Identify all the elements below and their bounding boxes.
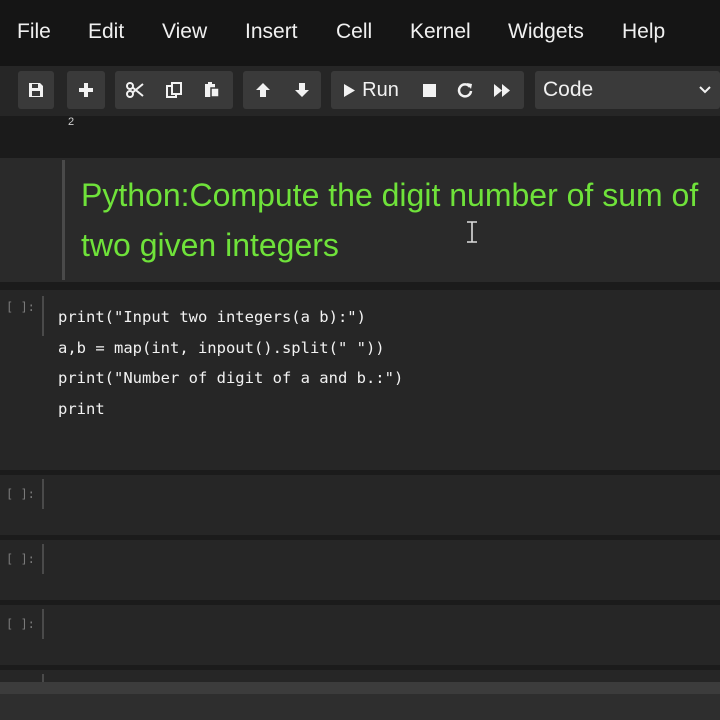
menu-kernel[interactable]: Kernel bbox=[410, 20, 471, 44]
move-down-button[interactable] bbox=[282, 71, 321, 109]
stop-icon bbox=[422, 83, 436, 97]
code-cell-4[interactable]: [ ]: bbox=[0, 605, 720, 665]
cut-button[interactable] bbox=[115, 71, 155, 109]
cell-bar bbox=[42, 544, 44, 574]
toolbar: Run Code bbox=[0, 66, 720, 116]
fast-forward-icon bbox=[494, 83, 510, 97]
bottom-panel bbox=[0, 694, 720, 720]
cut-icon bbox=[126, 82, 144, 98]
move-group bbox=[243, 71, 321, 109]
text-cursor-icon bbox=[467, 221, 477, 243]
run-group: Run bbox=[331, 71, 524, 109]
cell-prompt: [ ]: bbox=[6, 552, 35, 566]
cell-prompt: [ ]: bbox=[6, 617, 35, 631]
menu-view[interactable]: View bbox=[162, 20, 207, 44]
play-icon bbox=[344, 83, 356, 97]
arrow-down-icon bbox=[294, 83, 309, 97]
menu-help[interactable]: Help bbox=[622, 20, 665, 44]
code-line-4: print bbox=[58, 400, 105, 418]
menu-bar: File Edit View Insert Cell Kernel Widget… bbox=[0, 0, 720, 66]
notebook-area: Python:Compute the digit number of sum o… bbox=[0, 140, 720, 720]
save-icon bbox=[29, 83, 43, 97]
save-button[interactable] bbox=[18, 71, 54, 109]
cell-bar bbox=[42, 296, 44, 336]
add-group bbox=[67, 71, 105, 109]
cell-prompt: [ ]: bbox=[6, 300, 35, 314]
markdown-cell-bar bbox=[62, 160, 65, 280]
edit-group bbox=[115, 71, 233, 109]
paste-button[interactable] bbox=[193, 71, 231, 109]
run-button[interactable]: Run bbox=[331, 71, 411, 109]
save-group bbox=[18, 71, 54, 109]
cell-bar bbox=[42, 609, 44, 639]
code-cell-1[interactable]: [ ]: print("Input two integers(a b):") a… bbox=[0, 290, 720, 470]
cell-prompt: [ ]: bbox=[6, 487, 35, 501]
code-line-2: a,b = map(int, inpout().split(" ")) bbox=[58, 339, 385, 357]
restart-icon bbox=[457, 83, 473, 98]
menu-widgets[interactable]: Widgets bbox=[508, 20, 584, 44]
cell-type-select[interactable]: Code bbox=[535, 71, 720, 109]
restart-button[interactable] bbox=[447, 71, 483, 109]
menu-cell[interactable]: Cell bbox=[336, 20, 372, 44]
chevron-down-icon bbox=[699, 86, 711, 94]
add-cell-button[interactable] bbox=[67, 71, 105, 109]
move-up-button[interactable] bbox=[243, 71, 282, 109]
fast-forward-button[interactable] bbox=[483, 71, 521, 109]
arrow-up-icon bbox=[255, 83, 270, 97]
menu-edit[interactable]: Edit bbox=[88, 20, 124, 44]
code-line-1: print("Input two integers(a b):") bbox=[58, 308, 366, 326]
menu-insert[interactable]: Insert bbox=[245, 20, 298, 44]
code-cell-3[interactable]: [ ]: bbox=[0, 540, 720, 600]
menu-file[interactable]: File bbox=[17, 20, 51, 44]
paste-icon bbox=[205, 82, 220, 98]
markdown-title: Python:Compute the digit number of sum o… bbox=[81, 177, 699, 263]
cell-counter: 2 bbox=[68, 116, 75, 128]
cell-bar bbox=[42, 479, 44, 509]
code-cell-2[interactable]: [ ]: bbox=[0, 475, 720, 535]
run-label: Run bbox=[362, 78, 399, 101]
scrollbar-track[interactable] bbox=[0, 682, 720, 694]
copy-icon bbox=[166, 82, 182, 98]
add-icon bbox=[79, 83, 93, 97]
stop-button[interactable] bbox=[411, 71, 447, 109]
markdown-cell[interactable]: Python:Compute the digit number of sum o… bbox=[0, 158, 720, 282]
cell-type-value: Code bbox=[543, 78, 594, 101]
copy-button[interactable] bbox=[155, 71, 193, 109]
code-line-3: print("Number of digit of a and b.:") bbox=[58, 369, 404, 387]
